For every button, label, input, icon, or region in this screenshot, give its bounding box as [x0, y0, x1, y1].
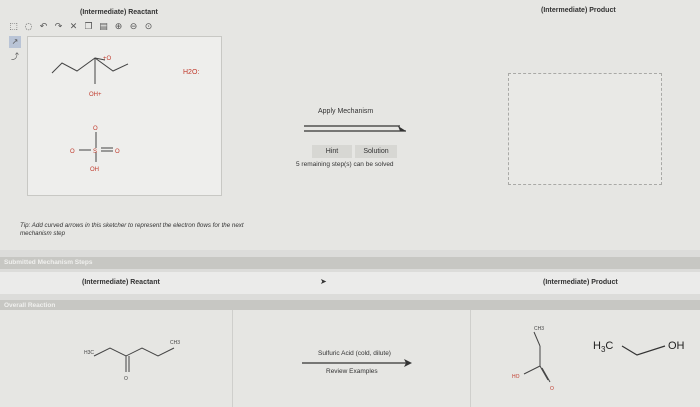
product-ho-label: HO	[512, 374, 520, 380]
oxonium-label: +O	[103, 56, 112, 62]
ch3-label-small: CH3	[170, 340, 180, 346]
ethanol-bonds	[621, 345, 666, 356]
tip-text: Tip: Add curved arrows in this sketcher …	[20, 222, 244, 237]
undo-icon[interactable]: ↶	[38, 22, 49, 33]
divider-1	[232, 310, 233, 407]
product-title: (Intermediate) Product	[541, 7, 616, 14]
zoom-out-icon[interactable]: ⊖	[128, 22, 139, 33]
carbon-chain	[51, 57, 129, 74]
apply-mechanism-button[interactable]	[302, 98, 408, 140]
curved-arrow-icon[interactable]: ⤴	[9, 51, 21, 63]
oh-plus-label: OH+	[89, 92, 102, 98]
sulfur-label: S	[93, 149, 97, 155]
apply-mechanism-label[interactable]: Apply Mechanism	[318, 108, 373, 115]
submitted-reactant-title: (Intermediate) Reactant	[82, 279, 160, 286]
product-o-label: O	[550, 386, 554, 392]
remaining-steps-text: 5 remaining step(s) can be solved	[296, 161, 394, 168]
hint-button[interactable]: Hint	[312, 145, 352, 158]
select-icon[interactable]: ⬚	[8, 22, 19, 33]
sketch-toolbar: ⬚ ◌ ↶ ↷ ✕ ❐ ▤ ⊕ ⊖ ⊙	[8, 20, 154, 34]
product-canvas[interactable]	[508, 73, 662, 185]
oh-label: OH	[668, 340, 685, 352]
left-toolbar: ↗ ⤴	[9, 36, 22, 66]
copy-icon[interactable]: ❐	[83, 22, 94, 33]
carbonyl-o-label: O	[124, 376, 128, 382]
water-label: H2O:	[183, 69, 199, 76]
sulfate-o-top: O	[93, 126, 98, 132]
delete-icon[interactable]: ✕	[68, 22, 79, 33]
reactant-structures: +O OH+ H2O: O O S O OH	[51, 56, 199, 173]
sulfate-o-left: O	[70, 149, 75, 155]
h3c-label-small: H3C	[84, 350, 94, 356]
submitted-steps-bar[interactable]: Submitted Mechanism Steps	[0, 257, 700, 269]
h3c-label: H3C	[593, 340, 614, 355]
paste-icon[interactable]: ▤	[98, 22, 109, 33]
overall-reactant-structure: H3C CH3 O	[84, 340, 180, 382]
overall-reaction-arrow	[302, 359, 412, 367]
zoom-in-icon[interactable]: ⊕	[113, 22, 124, 33]
submitted-product-title: (Intermediate) Product	[543, 279, 618, 286]
sulfate-oh-label: OH	[90, 167, 99, 173]
arrow-tool-icon[interactable]: ↗	[9, 36, 21, 48]
zoom-fit-icon[interactable]: ⊙	[143, 22, 154, 33]
sulfate-o-right: O	[115, 149, 120, 155]
cursor-icon: ➤	[320, 277, 327, 286]
overall-product-1-structure: CH3 HO O	[512, 326, 554, 392]
divider-2	[470, 310, 471, 407]
product-ch3-label: CH3	[534, 326, 544, 332]
redo-icon[interactable]: ↷	[53, 22, 64, 33]
reactant-title: (Intermediate) Reactant	[80, 9, 158, 16]
lasso-icon[interactable]: ◌	[23, 22, 34, 33]
reagent-label: Sulfuric Acid (cold, dilute)	[318, 350, 391, 357]
solution-button[interactable]: Solution	[355, 145, 397, 158]
review-examples-link[interactable]: Review Examples	[326, 368, 378, 375]
